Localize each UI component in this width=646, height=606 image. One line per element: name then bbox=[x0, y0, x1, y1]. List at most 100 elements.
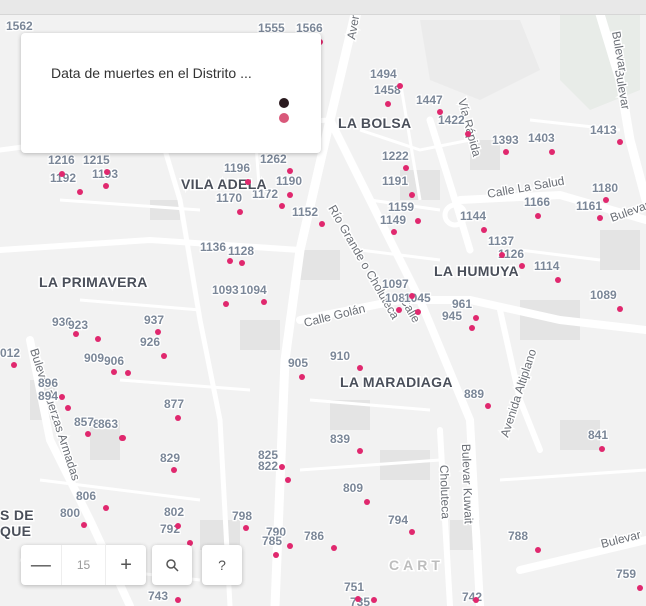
death-marker[interactable] bbox=[473, 315, 479, 321]
death-marker[interactable] bbox=[437, 109, 443, 115]
death-marker[interactable] bbox=[637, 585, 643, 591]
death-marker[interactable] bbox=[397, 83, 403, 89]
death-marker[interactable] bbox=[59, 394, 65, 400]
death-marker[interactable] bbox=[535, 547, 541, 553]
death-marker[interactable] bbox=[599, 446, 605, 452]
death-marker[interactable] bbox=[403, 165, 409, 171]
death-marker[interactable] bbox=[481, 227, 487, 233]
death-marker[interactable] bbox=[485, 403, 491, 409]
death-marker[interactable] bbox=[65, 405, 71, 411]
death-marker[interactable] bbox=[319, 221, 325, 227]
number-label: 909 bbox=[84, 351, 104, 365]
death-marker[interactable] bbox=[519, 263, 525, 269]
death-marker[interactable] bbox=[287, 192, 293, 198]
death-marker[interactable] bbox=[111, 369, 117, 375]
death-marker[interactable] bbox=[287, 543, 293, 549]
death-marker[interactable] bbox=[175, 415, 181, 421]
death-marker[interactable] bbox=[175, 597, 181, 603]
number-label: 1422 bbox=[438, 113, 465, 127]
death-marker[interactable] bbox=[273, 552, 279, 558]
death-marker[interactable] bbox=[617, 139, 623, 145]
death-marker[interactable] bbox=[287, 168, 293, 174]
death-marker[interactable] bbox=[59, 171, 65, 177]
death-marker[interactable] bbox=[175, 523, 181, 529]
number-label: 1170 bbox=[216, 191, 242, 205]
death-marker[interactable] bbox=[261, 299, 267, 305]
death-marker[interactable] bbox=[499, 252, 505, 258]
number-label: 1144 bbox=[460, 209, 486, 223]
death-marker[interactable] bbox=[171, 467, 177, 473]
death-marker[interactable] bbox=[357, 365, 363, 371]
death-marker[interactable] bbox=[279, 203, 285, 209]
death-marker[interactable] bbox=[357, 448, 363, 454]
death-marker[interactable] bbox=[409, 293, 415, 299]
number-label: 1114 bbox=[534, 259, 560, 273]
death-marker[interactable] bbox=[77, 189, 83, 195]
number-label: 786 bbox=[304, 529, 324, 543]
death-marker[interactable] bbox=[355, 596, 361, 602]
help-button[interactable]: ? bbox=[202, 545, 242, 585]
death-marker[interactable] bbox=[85, 431, 91, 437]
district-label: LA MARADIAGA bbox=[340, 374, 453, 390]
number-label: 751 bbox=[344, 580, 364, 594]
death-marker[interactable] bbox=[104, 169, 110, 175]
death-marker[interactable] bbox=[409, 192, 415, 198]
search-button[interactable] bbox=[152, 545, 192, 585]
district-label: VILA ADELA bbox=[181, 176, 267, 192]
death-marker[interactable] bbox=[161, 353, 167, 359]
death-marker[interactable] bbox=[243, 525, 249, 531]
death-marker[interactable] bbox=[331, 545, 337, 551]
number-label: 1166 bbox=[524, 195, 550, 209]
number-label: 1413 bbox=[590, 123, 617, 137]
death-marker[interactable] bbox=[473, 597, 479, 603]
death-marker[interactable] bbox=[73, 331, 79, 337]
death-marker[interactable] bbox=[279, 464, 285, 470]
death-marker[interactable] bbox=[103, 505, 109, 511]
death-marker[interactable] bbox=[371, 597, 377, 603]
zoom-out-button[interactable]: — bbox=[21, 545, 61, 585]
death-marker[interactable] bbox=[155, 329, 161, 335]
death-marker[interactable] bbox=[299, 374, 305, 380]
death-marker[interactable] bbox=[415, 309, 421, 315]
legend-panel: Data de muertes en el Distrito ... bbox=[21, 33, 321, 153]
street-label: Bulevar Kuwait bbox=[459, 444, 476, 525]
district-label: CART bbox=[389, 557, 444, 573]
death-marker[interactable] bbox=[597, 215, 603, 221]
number-label: 945 bbox=[442, 309, 462, 323]
death-marker[interactable] bbox=[285, 477, 291, 483]
death-marker[interactable] bbox=[11, 362, 17, 368]
number-label: 1190 bbox=[276, 174, 302, 188]
death-marker[interactable] bbox=[125, 370, 131, 376]
number-label: 1152 bbox=[292, 205, 318, 219]
death-marker[interactable] bbox=[535, 213, 541, 219]
death-marker[interactable] bbox=[119, 435, 125, 441]
zoom-in-button[interactable]: + bbox=[106, 545, 146, 585]
death-marker[interactable] bbox=[223, 301, 229, 307]
search-icon bbox=[166, 559, 179, 572]
death-marker[interactable] bbox=[415, 218, 421, 224]
death-marker[interactable] bbox=[95, 336, 101, 342]
zoom-control: — 15 + bbox=[21, 545, 146, 585]
death-marker[interactable] bbox=[391, 229, 397, 235]
death-marker[interactable] bbox=[237, 209, 243, 215]
death-marker[interactable] bbox=[617, 306, 623, 312]
death-marker[interactable] bbox=[364, 499, 370, 505]
death-marker[interactable] bbox=[549, 149, 555, 155]
death-marker[interactable] bbox=[81, 522, 87, 528]
death-marker[interactable] bbox=[503, 149, 509, 155]
death-marker[interactable] bbox=[385, 101, 391, 107]
death-marker[interactable] bbox=[239, 260, 245, 266]
death-marker[interactable] bbox=[227, 258, 233, 264]
death-marker[interactable] bbox=[396, 307, 402, 313]
death-marker[interactable] bbox=[603, 197, 609, 203]
district-label: LA BOLSA bbox=[338, 115, 411, 131]
death-marker[interactable] bbox=[103, 183, 109, 189]
death-marker[interactable] bbox=[469, 325, 475, 331]
death-marker[interactable] bbox=[465, 131, 471, 137]
death-marker[interactable] bbox=[245, 179, 251, 185]
number-label: 743 bbox=[148, 589, 168, 603]
death-marker[interactable] bbox=[555, 277, 561, 283]
number-label: 1136 bbox=[200, 240, 226, 254]
top-bar bbox=[0, 0, 646, 15]
death-marker[interactable] bbox=[409, 529, 415, 535]
